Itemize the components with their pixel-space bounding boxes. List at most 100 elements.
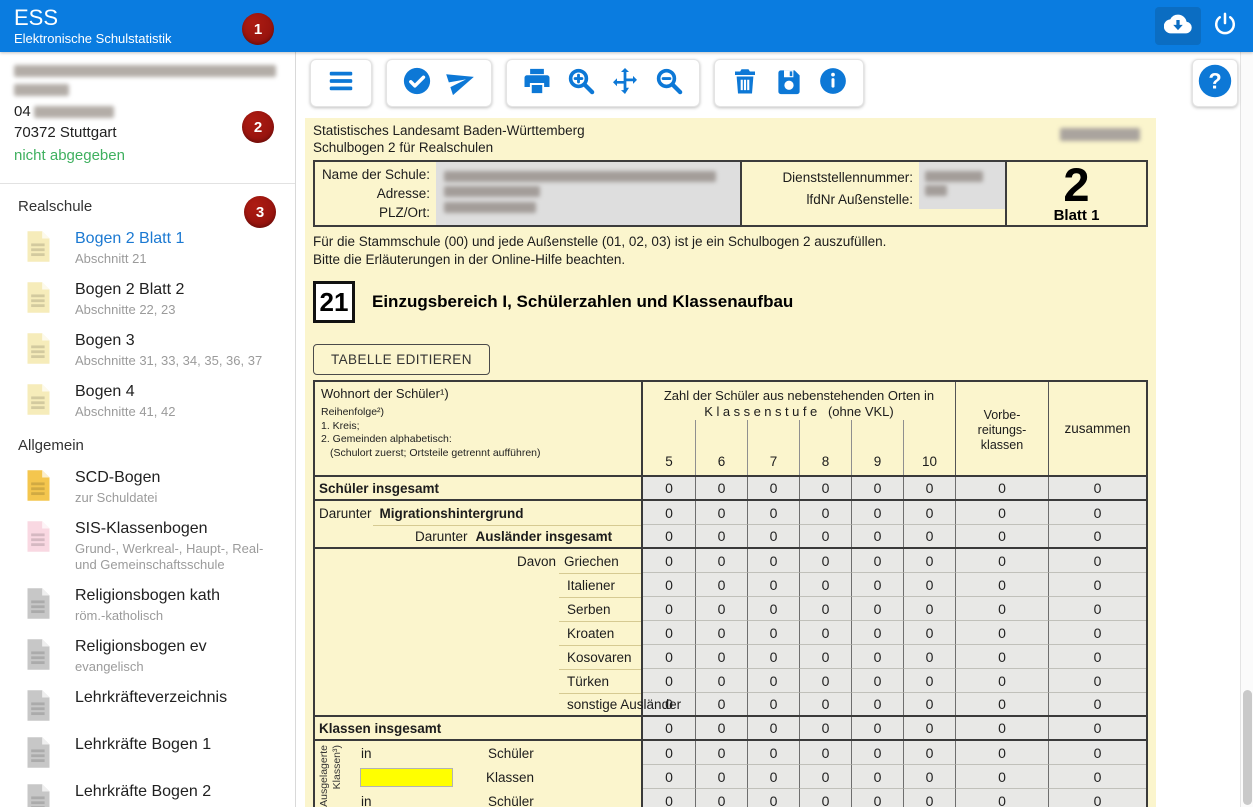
value-cell: 0: [747, 525, 799, 547]
value-cell: 0: [695, 717, 747, 739]
value-cell: 0: [643, 525, 695, 547]
sidebar-item-scd-bogen[interactable]: SCD-Bogenzur Schuldatei: [0, 462, 295, 513]
value-cell: 0: [1048, 765, 1146, 789]
value-cell: 0: [851, 621, 903, 645]
save-button[interactable]: [773, 67, 805, 99]
sidebar-item-lehrkr-fteverzeichnis[interactable]: Lehrkräfteverzeichnis: [0, 682, 295, 729]
value-cell: 0: [903, 573, 955, 597]
value-cell: 0: [903, 501, 955, 525]
table-row-klassen-insgesamt: Klassen insgesamt00000000: [315, 717, 1146, 741]
row-label: Klassen: [315, 765, 643, 789]
row-label: sonstige Ausländer: [315, 693, 643, 715]
sidebar-item-bogen-2-blatt-2[interactable]: Bogen 2 Blatt 2Abschnitte 22, 23: [0, 274, 295, 325]
value-cell: 0: [747, 597, 799, 621]
sidebar-item-subtitle: Abschnitte 41, 42: [75, 404, 175, 420]
check-button[interactable]: [401, 67, 433, 99]
school-id-redacted: [34, 106, 114, 118]
value-cell: 0: [1048, 573, 1146, 597]
save-icon: [774, 66, 804, 101]
col-header-zusammen: zusammen: [1048, 382, 1146, 475]
value-cell: 0: [799, 621, 851, 645]
col-header-note: Reihenfolge²): [321, 406, 635, 420]
value-cell: 0: [747, 717, 799, 739]
menu-button[interactable]: [325, 67, 357, 99]
school-id: 04: [14, 102, 281, 121]
sidebar-item-label: Bogen 3: [75, 331, 262, 351]
sidebar-item-lehrkr-fte-bogen-2[interactable]: Lehrkräfte Bogen 2: [0, 776, 295, 807]
row-label: DavonGriechen: [315, 549, 643, 573]
power-button[interactable]: [1207, 7, 1243, 45]
send-icon: [446, 66, 476, 101]
sidebar-item-religionsbogen-ev[interactable]: Religionsbogen evevangelisch: [0, 631, 295, 682]
value-cell: 0: [643, 621, 695, 645]
table-row-kroaten: Kroaten00000000: [315, 621, 1146, 645]
sidebar-item-label: Lehrkräfte Bogen 1: [75, 735, 211, 755]
annotation-badge-1: 1: [242, 13, 274, 45]
sidebar-item-label: Bogen 2 Blatt 2: [75, 280, 184, 300]
value-cell: 0: [747, 669, 799, 693]
move-button[interactable]: [609, 67, 641, 99]
value-cell: 0: [851, 525, 903, 547]
trash-icon: [730, 66, 760, 101]
table-row-serben: Serben00000000: [315, 597, 1146, 621]
value-cell: 0: [747, 741, 799, 765]
sidebar-item-religionsbogen-kath[interactable]: Religionsbogen kathröm.-katholisch: [0, 580, 295, 631]
sidebar: 04 70372 Stuttgart nicht abgegeben Reals…: [0, 52, 296, 807]
value-cell: 0: [903, 741, 955, 765]
sidebar-item-label: Bogen 2 Blatt 1: [75, 229, 184, 249]
zoom-in-button[interactable]: [565, 67, 597, 99]
print-button[interactable]: [521, 67, 553, 99]
col-header-note: (Schulort zuerst; Ortsteile getrennt auf…: [321, 447, 635, 461]
document-icon: [25, 230, 52, 263]
value-cell: 0: [799, 645, 851, 669]
value-cell: 0: [643, 717, 695, 739]
sidebar-item-bogen-4[interactable]: Bogen 4 Abschnitte 41, 42: [0, 376, 295, 427]
document-icon: [25, 469, 52, 502]
value-cell: 0: [1048, 789, 1146, 807]
sidebar-item-subtitle: Abschnitt 21: [75, 251, 184, 267]
value-cell: 0: [903, 549, 955, 573]
info-icon: [818, 66, 848, 101]
help-button[interactable]: ?: [1192, 59, 1238, 107]
sidebar-item-subtitle: zur Schuldatei: [75, 490, 160, 506]
sidebar-item-label: Bogen 4: [75, 382, 175, 402]
value-cell: 0: [851, 477, 903, 499]
table-row-italiener: Italiener00000000: [315, 573, 1146, 597]
office-values-redacted: [919, 162, 1005, 225]
print-icon: [522, 66, 552, 101]
value-cell: 0: [695, 693, 747, 715]
value-cell: 0: [851, 573, 903, 597]
row-label: Serben: [315, 597, 643, 621]
cloud-download-button[interactable]: [1155, 7, 1201, 45]
sidebar-item-label: Religionsbogen kath: [75, 586, 220, 606]
value-cell: 0: [747, 477, 799, 499]
trash-button[interactable]: [729, 67, 761, 99]
value-cell: 0: [955, 597, 1048, 621]
send-button[interactable]: [445, 67, 477, 99]
scrollbar-thumb[interactable]: [1243, 690, 1252, 805]
document-icon: [25, 736, 52, 769]
sidebar-item-sis-klassenbogen[interactable]: SIS-KlassenbogenGrund-, Werkreal-, Haupt…: [0, 513, 295, 580]
value-cell: 0: [747, 549, 799, 573]
value-cell: 0: [695, 765, 747, 789]
value-cell: 0: [955, 477, 1048, 499]
value-cell: 0: [955, 621, 1048, 645]
value-cell: 0: [695, 525, 747, 547]
edit-table-button[interactable]: TABELLE EDITIEREN: [313, 344, 490, 375]
value-cell: 0: [851, 717, 903, 739]
zoom-out-button[interactable]: [653, 67, 685, 99]
sidebar-item-lehrkr-fte-bogen-1[interactable]: Lehrkräfte Bogen 1: [0, 729, 295, 776]
sidebar-item-bogen-3[interactable]: Bogen 3Abschnitte 31, 33, 34, 35, 36, 37: [0, 325, 295, 376]
sidebar-item-label: SIS-Klassenbogen: [75, 519, 270, 539]
toolbar-group: [386, 59, 492, 107]
sidebar-item-bogen-2-blatt-1[interactable]: Bogen 2 Blatt 1 Abschnitt 21: [0, 223, 295, 274]
row-label: Schüler insgesamt: [315, 477, 643, 499]
info-button[interactable]: [817, 67, 849, 99]
highlighted-input[interactable]: [360, 768, 453, 787]
value-cell: 0: [1048, 501, 1146, 525]
table-group-row-3: inSchüler00000000: [315, 789, 1146, 807]
col-header-wohnort: Wohnort der Schüler¹): [321, 386, 635, 401]
value-cell: 0: [851, 741, 903, 765]
sidebar-item-subtitle: evangelisch: [75, 659, 207, 675]
value-cell: 0: [903, 765, 955, 789]
